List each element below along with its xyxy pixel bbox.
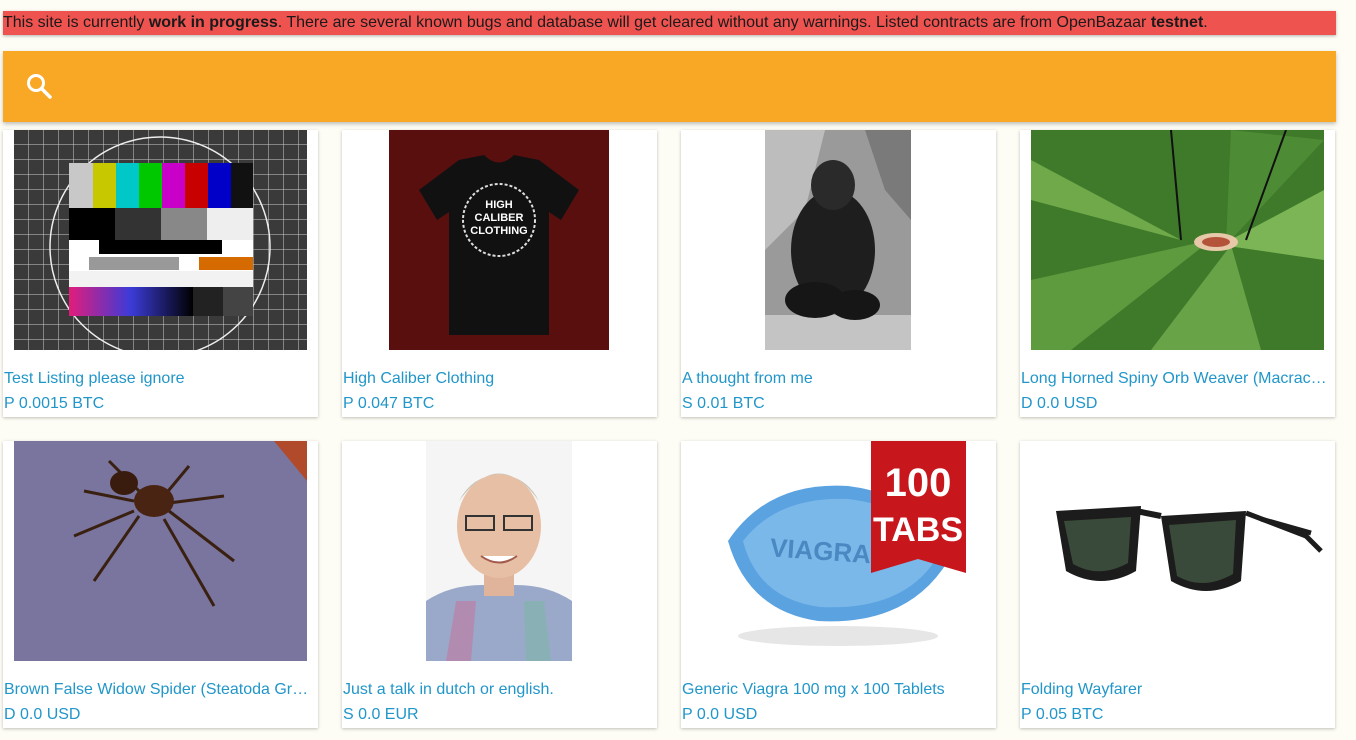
search-bar <box>3 51 1336 122</box>
listing-image <box>765 130 911 350</box>
listing-title[interactable]: Long Horned Spiny Orb Weaver (Macracanth… <box>1021 370 1333 388</box>
listing-price: S 0.01 BTC <box>682 395 765 412</box>
listing-image: HIGH CALIBER CLOTHING <box>389 130 609 350</box>
banner-bold-text: testnet <box>1150 14 1204 31</box>
listing-card[interactable]: HIGH CALIBER CLOTHING High Caliber Cloth… <box>342 130 657 417</box>
listing-price: D 0.0 USD <box>4 706 81 723</box>
listing-card[interactable]: Test Listing please ignore P 0.0015 BTC <box>3 130 318 417</box>
listing-image <box>426 441 572 661</box>
badge-text: TABS <box>873 511 963 549</box>
listing-card[interactable]: Just a talk in dutch or english. S 0.0 E… <box>342 441 657 728</box>
listing-price: P 0.0015 BTC <box>4 395 105 412</box>
tshirt-logo-line: CLOTHING <box>470 225 527 237</box>
listing-title[interactable]: Folding Wayfarer <box>1021 681 1333 699</box>
listing-card[interactable]: Brown False Widow Spider (Steatoda Gross… <box>3 441 318 728</box>
listing-title[interactable]: High Caliber Clothing <box>343 370 655 388</box>
tshirt-logo-line: CALIBER <box>475 212 524 224</box>
banner-bold-text: work in progress <box>148 14 278 31</box>
tshirt-logo-line: HIGH <box>485 199 513 211</box>
listing-price: D 0.0 USD <box>1021 395 1098 412</box>
banner-text: . There are several known bugs and datab… <box>277 14 1151 31</box>
banner-text: This site is currently <box>3 14 149 31</box>
badge-number: 100 <box>885 461 952 505</box>
listing-image <box>14 130 307 350</box>
search-icon[interactable] <box>25 72 55 102</box>
listing-image <box>1031 130 1324 350</box>
listing-price: P 0.05 BTC <box>1021 706 1104 723</box>
listing-title[interactable]: Just a talk in dutch or english. <box>343 681 655 699</box>
listing-card[interactable]: A thought from me S 0.01 BTC <box>681 130 996 417</box>
listing-image: VIAGRA 100 TABS <box>698 441 978 661</box>
listing-image <box>14 441 307 661</box>
listing-price: P 0.047 BTC <box>343 395 435 412</box>
listing-image <box>1031 441 1324 661</box>
search-input[interactable] <box>67 67 1311 107</box>
warning-banner: This site is currently work in progress.… <box>3 11 1336 35</box>
listing-card[interactable]: VIAGRA 100 TABS Generic Viagra 100 mg x … <box>681 441 996 728</box>
listing-title[interactable]: Brown False Widow Spider (Steatoda Gross… <box>4 681 316 699</box>
listing-card[interactable]: Folding Wayfarer P 0.05 BTC <box>1020 441 1335 728</box>
listing-title[interactable]: Test Listing please ignore <box>4 370 316 388</box>
banner-text: . <box>1203 14 1208 31</box>
listing-price: P 0.0 USD <box>682 706 758 723</box>
listing-title[interactable]: A thought from me <box>682 370 994 388</box>
listing-title[interactable]: Generic Viagra 100 mg x 100 Tablets <box>682 681 994 699</box>
listing-card[interactable]: Long Horned Spiny Orb Weaver (Macracanth… <box>1020 130 1335 417</box>
listing-price: S 0.0 EUR <box>343 706 419 723</box>
